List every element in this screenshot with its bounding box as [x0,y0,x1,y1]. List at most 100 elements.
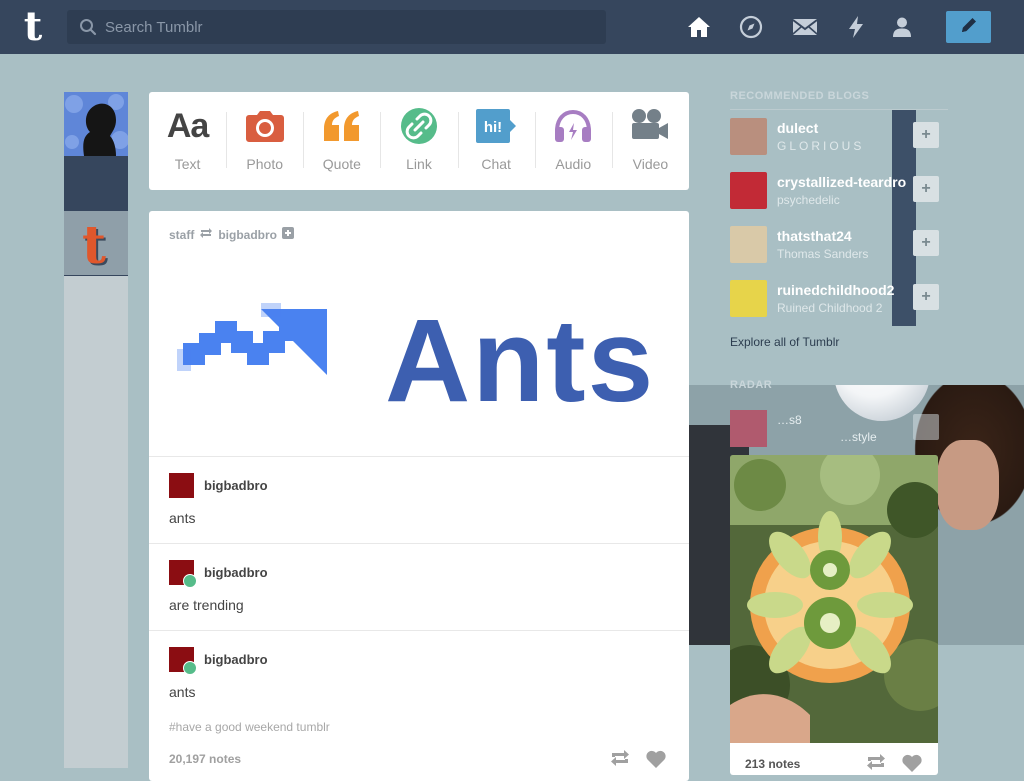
quote-icon [322,106,362,146]
reblogger-link[interactable]: staff [169,228,194,242]
like-heart-icon[interactable] [645,749,667,774]
post-type-label: Photo [246,156,283,172]
radar-blog-avatar[interactable] [730,410,767,447]
follow-plus-button[interactable]: + [913,122,939,148]
blog-avatar[interactable] [730,280,767,317]
thread-text: ants [169,684,196,700]
thread-entry: bigbadbro are trending [149,543,689,631]
camera-icon [245,106,285,146]
post-tags[interactable]: #have a good weekend tumblr [169,720,330,734]
post-type-photo[interactable]: Photo [226,92,303,190]
blog-avatar[interactable] [730,118,767,155]
post-type-link[interactable]: Link [380,92,457,190]
thread-author[interactable]: bigbadbro [204,565,268,580]
radar-post-photo[interactable] [730,455,938,743]
post-type-quote[interactable]: Quote [303,92,380,190]
pencil-icon [959,15,979,40]
post-actions [609,749,667,774]
blog-name[interactable]: thatsthat24 [777,228,907,244]
thread-author[interactable]: bigbadbro [204,652,268,667]
radar-follow-button[interactable] [913,414,939,440]
staff-avatar[interactable]: t t [64,211,128,275]
follow-plus-button[interactable]: + [913,176,939,202]
home-icon[interactable] [686,14,712,40]
svg-text:hi!: hi! [484,119,502,136]
link-icon [400,106,438,146]
recommended-blog-item[interactable]: ruinedchildhood2 Ruined Childhood 2 + [730,272,940,326]
blog-name[interactable]: ruinedchildhood2 [777,282,907,298]
thread-entry: bigbadbro ants [149,456,689,544]
post-type-label: Chat [481,156,511,172]
tumblr-logo[interactable]: t [14,7,52,47]
thread-author[interactable]: bigbadbro [204,478,268,493]
blog-title: psychedelic [777,193,840,207]
radar-notes-count[interactable]: 213 notes [745,757,800,771]
left-column-track [64,276,128,768]
blog-name[interactable]: dulect [777,120,907,136]
blog-avatar[interactable] [730,172,767,209]
radar-post-actions [865,753,923,775]
radar-blog-name[interactable]: …s8 [777,413,802,427]
radar-blog-item[interactable]: …s8 …style [730,410,940,454]
dashboard-post: staff bigbadbro Ants bigbadbro ants bigb… [149,211,689,781]
blog-title: GLORIOUS [777,139,865,153]
follow-plus-icon[interactable] [282,227,295,242]
post-type-label: Link [406,156,432,172]
post-notes-count[interactable]: 20,197 notes [169,752,241,766]
post-type-audio[interactable]: Audio [534,92,612,190]
post-type-label: Text [174,156,201,172]
blog-title: Ruined Childhood 2 [777,301,883,315]
radar-heading: RADAR [730,379,773,391]
search-input[interactable] [105,10,595,44]
follow-plus-button[interactable]: + [913,230,939,256]
source-blog-link[interactable]: bigbadbro [218,228,277,242]
explore-compass-icon[interactable] [738,14,764,40]
recommended-blog-item[interactable]: dulect GLORIOUS + [730,110,940,164]
trending-ants-image: Ants [177,295,655,427]
follow-plus-button[interactable]: + [913,284,939,310]
recommended-blog-item[interactable]: thatsthat24 Thomas Sanders + [730,218,940,272]
post-type-chat[interactable]: hi! Chat [457,92,535,190]
post-type-video[interactable]: Video [611,92,689,190]
explore-tumblr-link[interactable]: Explore all of Tumblr [730,335,839,349]
radar-blog-title: …style [840,430,877,444]
reblog-icon [199,227,213,242]
thread-text: ants [169,510,196,526]
bigbadbro-avatar[interactable] [169,473,194,498]
top-navigation-bar: t [0,0,1024,54]
left-avatar-column [64,92,128,768]
compose-button[interactable] [946,11,991,43]
reblog-button-icon[interactable] [609,749,631,774]
post-header: staff bigbadbro [169,227,295,242]
thread-entry: bigbadbro ants [149,630,689,718]
chat-bubble-icon: hi! [475,106,517,146]
background-face-shape [937,440,999,530]
my-avatar[interactable] [64,92,128,156]
blog-name[interactable]: crystallized-teardrops [777,174,907,190]
headphones-icon [553,106,593,146]
thread-text: are trending [169,597,244,613]
recommended-blog-item[interactable]: crystallized-teardrops psychedelic + [730,164,940,218]
radar-post-card: 213 notes [730,455,938,775]
post-type-selector: Aa Text Photo Quote Link hi! Chat Audio [149,92,689,190]
text-aa-icon: Aa [166,106,209,145]
svg-text:t: t [82,215,106,275]
reblog-badge-icon [183,574,197,588]
post-image-banner[interactable]: Ants [149,251,689,456]
bigbadbro-avatar[interactable] [169,647,197,675]
post-type-label: Quote [322,156,361,172]
like-heart-icon[interactable] [901,753,923,775]
bigbadbro-avatar[interactable] [169,560,197,588]
blog-title: Thomas Sanders [777,247,869,261]
reblog-button-icon[interactable] [865,753,887,775]
post-type-text[interactable]: Aa Text [149,92,226,190]
search-bar[interactable] [67,10,606,44]
video-camera-icon [630,106,670,146]
search-icon [79,18,97,41]
activity-bolt-icon[interactable] [843,14,869,40]
reblog-badge-icon [183,661,197,675]
blog-avatar[interactable] [730,226,767,263]
banner-text: Ants [385,295,655,427]
account-person-icon[interactable] [889,14,915,40]
inbox-mail-icon[interactable] [792,14,818,40]
